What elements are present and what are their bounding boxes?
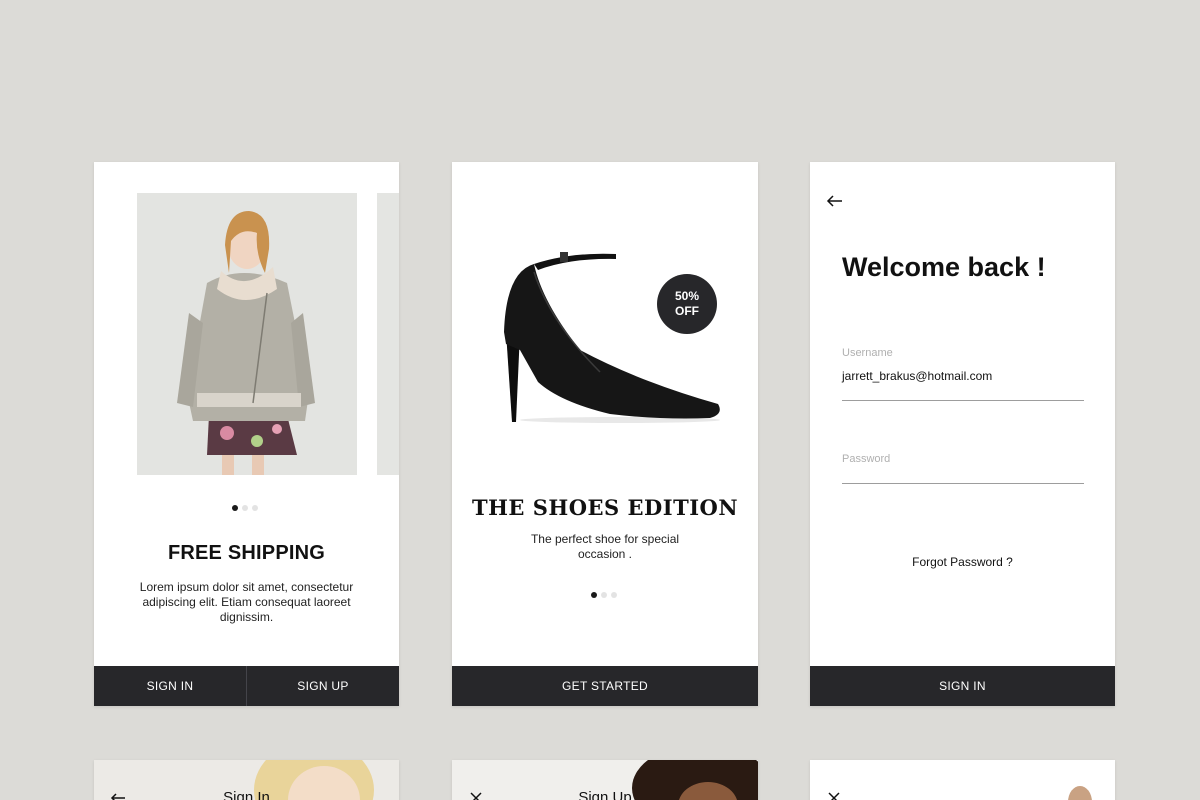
- discount-badge: 50% OFF: [657, 274, 717, 334]
- sign-in-button[interactable]: SIGN IN: [810, 666, 1115, 706]
- username-label: Username: [842, 347, 893, 359]
- button-bar: SIGN IN: [810, 666, 1115, 706]
- sign-up-button[interactable]: SIGN UP: [246, 666, 399, 706]
- carousel-dot[interactable]: [611, 592, 617, 598]
- onboarding-card-shoes: 50% OFF THE SHOES EDITION The perfect sh…: [452, 162, 758, 706]
- carousel-dot-active[interactable]: [591, 592, 597, 598]
- carousel-dot[interactable]: [242, 505, 248, 511]
- avatar: [1068, 786, 1092, 800]
- card-description: Lorem ipsum dolor sit amet, consectetur …: [139, 580, 354, 624]
- screen-title: Sign In: [223, 789, 270, 800]
- next-slide-photo-peek: [377, 193, 399, 475]
- carousel-dot[interactable]: [601, 592, 607, 598]
- carousel-dot[interactable]: [252, 505, 258, 511]
- username-field[interactable]: jarrett_brakus@hotmail.com: [842, 369, 992, 383]
- carousel-dot-active[interactable]: [232, 505, 238, 511]
- password-underline: [842, 483, 1084, 484]
- close-icon[interactable]: [826, 790, 842, 800]
- card-title: FREE SHIPPING: [167, 542, 326, 564]
- sign-in-button[interactable]: SIGN IN: [94, 666, 246, 706]
- get-started-button[interactable]: GET STARTED: [452, 666, 758, 706]
- forgot-password-link[interactable]: Forgot Password ?: [810, 555, 1115, 569]
- username-underline: [842, 400, 1084, 401]
- carousel-dots: [232, 505, 258, 511]
- page-title: Welcome back !: [842, 252, 1046, 282]
- screen-title: Sign Up: [578, 789, 632, 800]
- sign-up-screen-preview: Sign Up: [452, 760, 758, 800]
- discount-percent: 50%: [674, 289, 700, 303]
- button-bar: SIGN IN SIGN UP: [94, 666, 399, 706]
- arrow-left-icon[interactable]: [826, 192, 844, 210]
- model-jacket-photo: [137, 193, 357, 475]
- onboarding-card-free-shipping: FREE SHIPPING Lorem ipsum dolor sit amet…: [94, 162, 399, 706]
- sign-in-screen-preview: Sign In: [94, 760, 399, 800]
- sign-in-card: Welcome back ! Username jarrett_brakus@h…: [810, 162, 1115, 706]
- password-field[interactable]: [842, 467, 1084, 483]
- profile-screen-preview: [810, 760, 1115, 800]
- discount-off: OFF: [675, 304, 699, 318]
- card-title: THE SHOES EDITION: [471, 495, 739, 520]
- password-label: Password: [842, 453, 891, 465]
- button-bar: GET STARTED: [452, 666, 758, 706]
- card-description: The perfect shoe for special occasion .: [530, 532, 680, 561]
- carousel-dots: [591, 592, 617, 598]
